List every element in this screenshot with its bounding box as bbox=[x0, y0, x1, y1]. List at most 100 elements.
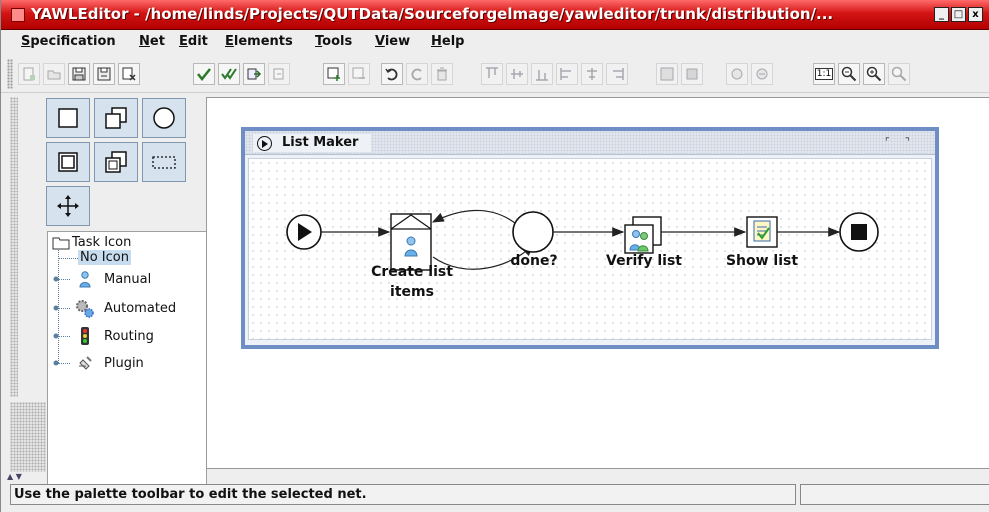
net-maximize-icon[interactable]: ⌝ bbox=[905, 137, 910, 148]
expand-handle-icon[interactable] bbox=[52, 359, 60, 367]
atomic-task-icon bbox=[58, 108, 78, 128]
menu-edit[interactable]: Edit bbox=[179, 34, 208, 49]
zoom-selected-icon bbox=[891, 66, 907, 82]
add-net-button[interactable] bbox=[323, 63, 345, 85]
import-button[interactable] bbox=[268, 63, 290, 85]
menu-view[interactable]: View bbox=[375, 34, 410, 49]
status-bar: Use the palette toolbar to edit the sele… bbox=[10, 484, 989, 506]
zoom-out-icon bbox=[841, 66, 857, 82]
task-verify-list[interactable] bbox=[624, 216, 662, 254]
menu-bar: Specification Net Edit Elements Tools Vi… bbox=[1, 31, 989, 53]
new-specification-button[interactable] bbox=[18, 63, 40, 85]
validate-button[interactable] bbox=[193, 63, 215, 85]
export-button[interactable] bbox=[243, 63, 265, 85]
palette-atomic-task[interactable] bbox=[46, 98, 90, 138]
analyse-button[interactable] bbox=[218, 63, 240, 85]
palette-condition[interactable] bbox=[142, 98, 186, 138]
zoom-actual-label: 1:1 bbox=[814, 68, 834, 80]
close-specification-button[interactable] bbox=[118, 63, 140, 85]
automated-gears-icon bbox=[76, 300, 94, 318]
align-left-button[interactable] bbox=[556, 63, 578, 85]
toolbar: 1:1 bbox=[1, 53, 989, 93]
align-middle-button[interactable] bbox=[506, 63, 528, 85]
tree-item-routing[interactable]: Routing bbox=[104, 329, 154, 344]
palette-multiple-composite-task[interactable] bbox=[94, 142, 138, 182]
trash-icon bbox=[437, 67, 447, 81]
label-verify-list: Verify list bbox=[606, 253, 682, 269]
split-pane-arrows[interactable]: ▲ ▼ bbox=[7, 472, 43, 482]
zoom-selected-button[interactable] bbox=[888, 63, 910, 85]
menu-tools[interactable]: Tools bbox=[315, 34, 352, 49]
tree-item-no-icon[interactable]: No Icon bbox=[78, 250, 131, 265]
menu-help[interactable]: Help bbox=[431, 34, 464, 49]
palette-multiple-atomic-task[interactable] bbox=[94, 98, 138, 138]
element-palette bbox=[46, 98, 194, 226]
expand-handle-icon[interactable] bbox=[52, 332, 60, 340]
expand-handle-icon[interactable] bbox=[52, 304, 60, 312]
maximize-button[interactable]: □ bbox=[951, 7, 966, 22]
zoom-in-button[interactable] bbox=[863, 63, 885, 85]
align-middle-icon bbox=[511, 69, 523, 79]
manual-person-icon bbox=[79, 271, 91, 288]
output-condition[interactable] bbox=[839, 212, 879, 252]
floppy-icon bbox=[72, 67, 86, 81]
align-top-button[interactable] bbox=[481, 63, 503, 85]
net-frame-list-maker[interactable]: List Maker ⌜ ⌝ Create list items done? V… bbox=[241, 127, 939, 349]
toolbar-grip[interactable] bbox=[7, 59, 13, 89]
label-done: done? bbox=[510, 253, 558, 269]
palette-marquee-select[interactable] bbox=[142, 142, 186, 182]
close-button[interactable]: x bbox=[968, 7, 983, 22]
input-condition[interactable] bbox=[286, 214, 322, 250]
menu-specification[interactable]: Specification bbox=[21, 34, 116, 49]
align-left-icon bbox=[560, 68, 571, 80]
expand-handle-icon[interactable] bbox=[52, 275, 60, 283]
align-center-button[interactable] bbox=[581, 63, 603, 85]
save-as-button[interactable] bbox=[93, 63, 115, 85]
condition-done[interactable] bbox=[512, 211, 554, 253]
decorator-icon bbox=[731, 68, 743, 80]
delete-button[interactable] bbox=[431, 63, 453, 85]
composite-task-icon bbox=[58, 152, 78, 172]
decorator-remove-icon bbox=[756, 68, 768, 80]
plugin-icon bbox=[79, 356, 92, 370]
net-graph-area[interactable]: Create list items done? Verify list Show… bbox=[248, 158, 932, 340]
task-icon-tree: Task Icon No Icon Manual Automated Routi… bbox=[47, 231, 207, 499]
tree-item-plugin[interactable]: Plugin bbox=[104, 356, 144, 371]
task-show-list[interactable] bbox=[746, 216, 778, 248]
remove-decorator-button[interactable] bbox=[751, 63, 773, 85]
floppy-save-as-icon bbox=[97, 67, 111, 81]
palette-composite-task[interactable] bbox=[46, 142, 90, 182]
decrease-size-button[interactable] bbox=[681, 63, 703, 85]
open-specification-button[interactable] bbox=[43, 63, 65, 85]
window-title: YAWLEditor - /home/linds/Projects/QUTDat… bbox=[31, 5, 834, 23]
zoom-out-button[interactable] bbox=[838, 63, 860, 85]
palette-drag[interactable] bbox=[46, 186, 90, 226]
double-check-icon bbox=[221, 68, 237, 80]
redo-button[interactable] bbox=[406, 63, 428, 85]
minimize-button[interactable]: _ bbox=[934, 7, 949, 22]
flow-done-to-create[interactable] bbox=[431, 209, 516, 224]
align-bottom-icon bbox=[536, 70, 548, 81]
palette-grip[interactable] bbox=[10, 97, 18, 397]
save-button[interactable] bbox=[68, 63, 90, 85]
title-bar[interactable]: YAWLEditor - /home/linds/Projects/QUTDat… bbox=[1, 0, 989, 30]
tree-item-manual[interactable]: Manual bbox=[104, 272, 151, 287]
tree-branch bbox=[58, 258, 78, 259]
align-bottom-button[interactable] bbox=[531, 63, 553, 85]
increase-size-button[interactable] bbox=[656, 63, 678, 85]
tree-item-automated[interactable]: Automated bbox=[104, 301, 176, 316]
net-header[interactable]: List Maker ⌜ ⌝ bbox=[245, 131, 935, 155]
net-minimize-icon[interactable]: ⌜ bbox=[885, 137, 890, 148]
panel-grip-lower bbox=[10, 402, 46, 472]
check-icon bbox=[197, 68, 211, 82]
remove-net-button[interactable] bbox=[348, 63, 370, 85]
align-right-button[interactable] bbox=[606, 63, 628, 85]
menu-elements[interactable]: Elements bbox=[225, 34, 293, 49]
condition-icon bbox=[153, 107, 175, 129]
add-decorator-button[interactable] bbox=[726, 63, 748, 85]
undo-button[interactable] bbox=[381, 63, 403, 85]
zoom-actual-size-button[interactable]: 1:1 bbox=[813, 63, 835, 85]
tree-root-task-icon[interactable]: Task Icon bbox=[72, 235, 131, 250]
menu-net[interactable]: Net bbox=[139, 34, 165, 49]
remove-net-icon bbox=[352, 67, 365, 79]
